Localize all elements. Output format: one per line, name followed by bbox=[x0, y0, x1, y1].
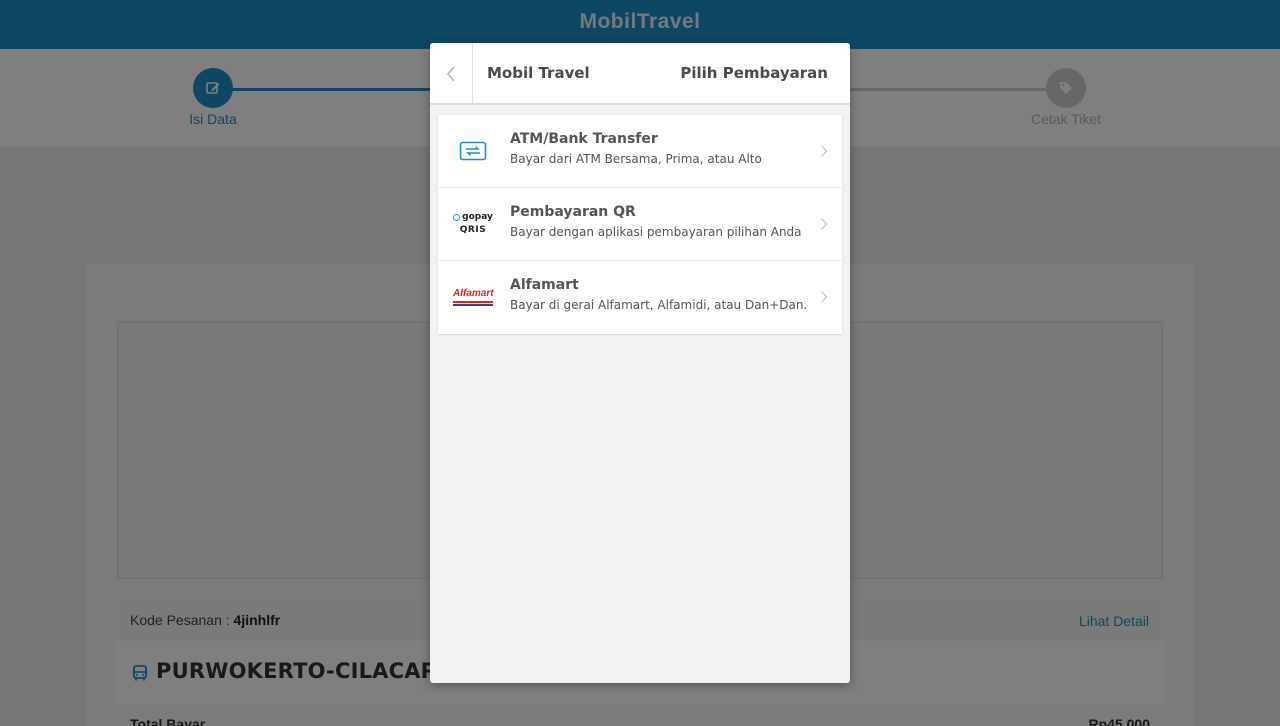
chevron-left-icon bbox=[446, 66, 455, 82]
method-description: Bayar di gerai Alfamart, Alfamidi, atau … bbox=[510, 298, 808, 312]
chevron-right-icon bbox=[821, 145, 828, 157]
alfamart-logo: Alfamart bbox=[452, 279, 494, 315]
method-description: Bayar dari ATM Bersama, Prima, atau Alto bbox=[510, 152, 762, 166]
back-button[interactable] bbox=[430, 43, 473, 105]
bank-card-icon bbox=[452, 133, 494, 169]
merchant-name: Mobil Travel bbox=[487, 64, 590, 82]
payment-method-alfamart[interactable]: Alfamart Alfamart Bayar di gerai Alfamar… bbox=[438, 261, 842, 334]
gopay-qris-logo: gopay QRIS bbox=[452, 206, 494, 242]
method-name: ATM/Bank Transfer bbox=[510, 131, 658, 147]
payment-modal: Mobil Travel Pilih Pembayaran ATM/Bank T… bbox=[430, 43, 850, 683]
payment-method-bank-transfer[interactable]: ATM/Bank Transfer Bayar dari ATM Bersama… bbox=[438, 115, 842, 188]
payment-method-list: ATM/Bank Transfer Bayar dari ATM Bersama… bbox=[438, 115, 842, 334]
chevron-right-icon bbox=[821, 291, 828, 303]
method-description: Bayar dengan aplikasi pembayaran pilihan… bbox=[510, 225, 802, 239]
alfamart-logo-text: Alfamart bbox=[453, 287, 494, 299]
modal-header: Mobil Travel Pilih Pembayaran bbox=[430, 43, 850, 105]
method-name: Alfamart bbox=[510, 277, 579, 293]
modal-title: Pilih Pembayaran bbox=[680, 64, 828, 82]
gopay-logo-text: gopay bbox=[462, 212, 493, 222]
chevron-right-icon bbox=[821, 218, 828, 230]
qris-logo-text: QRIS bbox=[459, 225, 487, 235]
method-name: Pembayaran QR bbox=[510, 204, 636, 220]
payment-method-qr[interactable]: gopay QRIS Pembayaran QR Bayar dengan ap… bbox=[438, 188, 842, 261]
